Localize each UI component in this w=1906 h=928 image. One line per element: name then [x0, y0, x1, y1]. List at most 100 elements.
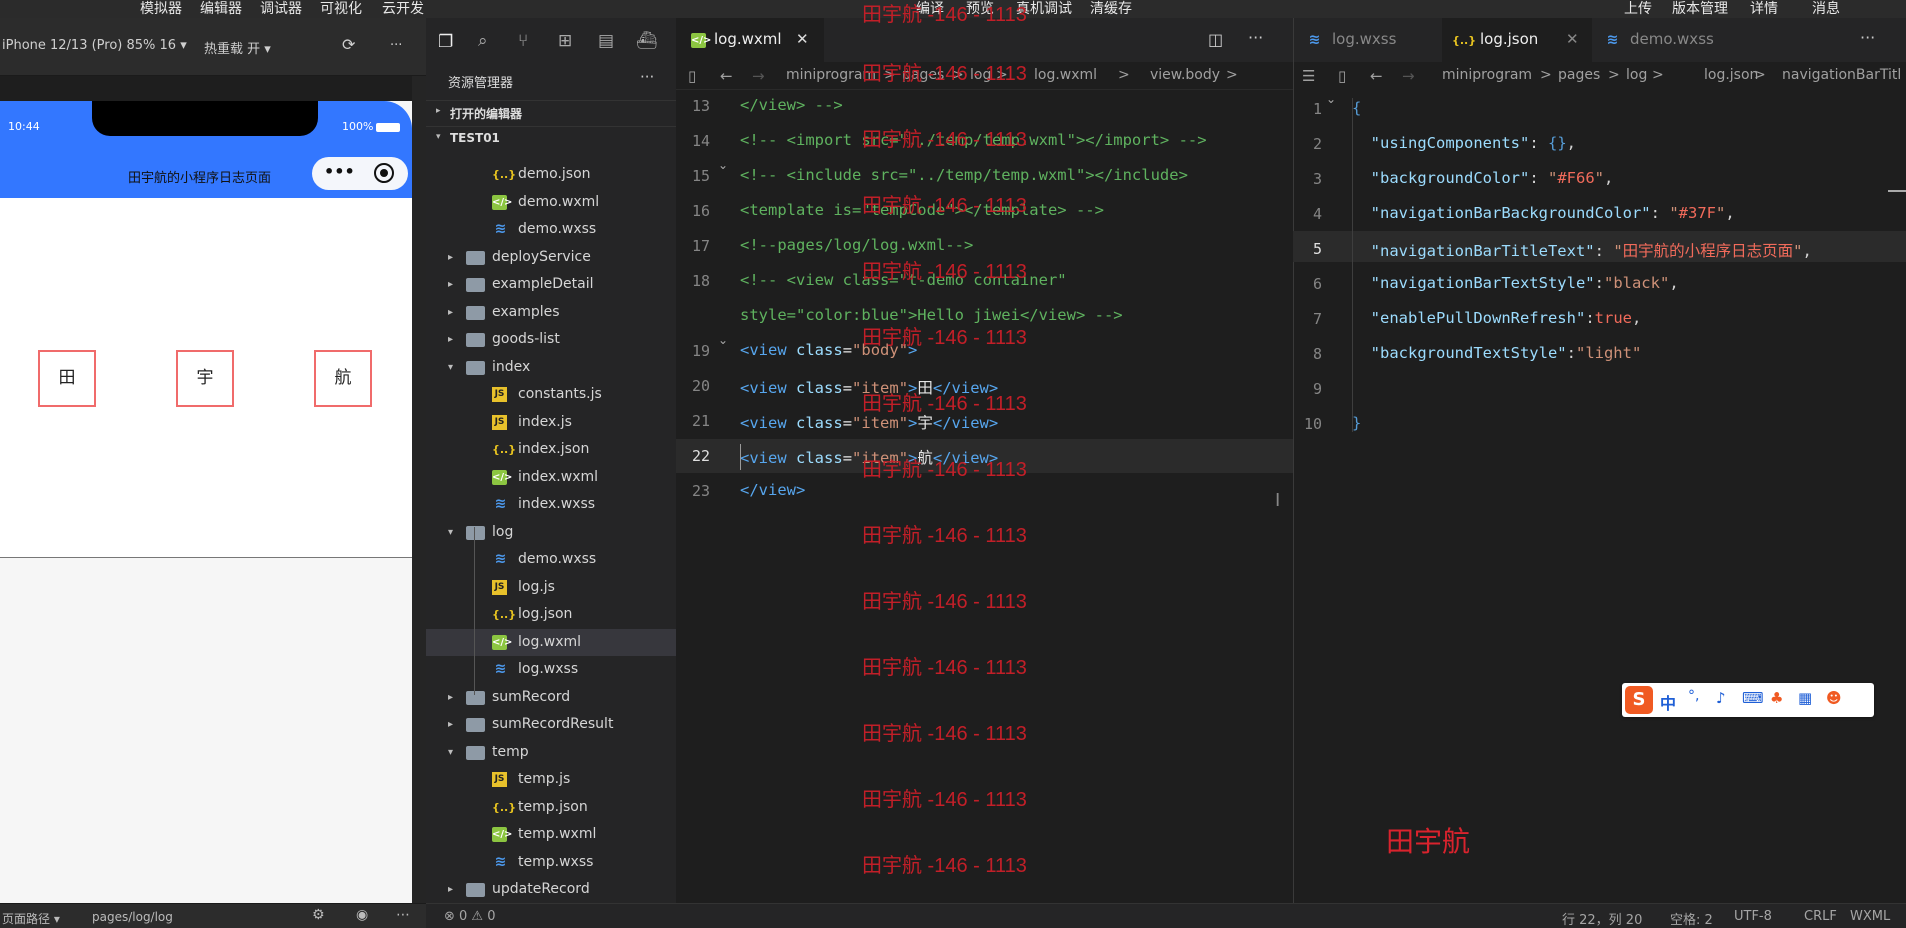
file-item[interactable]: ≋ log.wxss	[426, 656, 676, 683]
crumb-symbol[interactable]: view.body	[1150, 67, 1220, 83]
file-item[interactable]: ≋ demo.wxss	[426, 546, 676, 573]
folder-item[interactable]: ▸ deployService	[426, 244, 676, 271]
simulator-splitter[interactable]	[412, 76, 426, 903]
folder-item[interactable]: ▾ log	[426, 519, 676, 546]
folder-item[interactable]: ▸ goods-list	[426, 326, 676, 353]
file-item[interactable]: JS index.js	[426, 409, 676, 436]
ime-toolbar[interactable]: S 中 °, ♪ ⌨ ♣ ▦ ☻	[1622, 683, 1874, 717]
item-box-3[interactable]: 航	[314, 350, 372, 407]
file-item[interactable]: </> index.wxml	[426, 464, 676, 491]
crumb-file[interactable]: log.wxml	[1034, 67, 1097, 83]
menu-debugger[interactable]: 调试器	[260, 0, 302, 18]
folder-item[interactable]: ▾ index	[426, 354, 676, 381]
version-button[interactable]: 版本管理	[1672, 0, 1728, 18]
keyboard-icon[interactable]: ⌨	[1742, 689, 1764, 707]
fold-chevron-icon[interactable]: ⌄	[1326, 92, 1336, 106]
fold-chevron-icon[interactable]: ⌄	[718, 333, 728, 347]
menu-dots-icon[interactable]: •••	[324, 162, 355, 181]
file-item[interactable]: </> log.wxml	[426, 628, 676, 656]
tab-log-wxml[interactable]: </> log.wxml ✕	[676, 18, 824, 62]
files-icon[interactable]: ❐	[438, 32, 453, 52]
more-icon[interactable]: ···	[1248, 28, 1263, 47]
file-item[interactable]: </> temp.wxml	[426, 821, 676, 848]
crumb-log[interactable]: log	[1626, 67, 1647, 83]
item-box-2[interactable]: 宇	[176, 350, 234, 407]
forward-arrow-icon[interactable]: →	[752, 67, 765, 85]
ime-lang[interactable]: 中	[1660, 690, 1676, 714]
folder-item[interactable]: ▸ exampleDetail	[426, 271, 676, 298]
file-item[interactable]: {..} demo.json	[426, 161, 676, 188]
close-icon[interactable]: ✕	[796, 30, 809, 48]
split-editor-icon[interactable]: ◫	[1208, 30, 1223, 49]
punctuation-icon[interactable]: °,	[1688, 688, 1699, 704]
language-mode[interactable]: WXML	[1850, 909, 1890, 924]
forward-arrow-icon[interactable]: →	[1402, 67, 1415, 85]
capsule-menu[interactable]: •••	[312, 157, 408, 190]
problems-indicator[interactable]: ⊗ 0 ⚠ 0	[444, 909, 496, 924]
more-icon[interactable]: ⋯	[396, 907, 410, 923]
skin-icon[interactable]: ♣	[1770, 689, 1783, 707]
details-button[interactable]: 详情	[1750, 0, 1778, 18]
file-item[interactable]: {..} log.json	[426, 601, 676, 628]
fold-chevron-icon[interactable]: ⌄	[718, 158, 728, 172]
folder-item[interactable]: ▾ temp	[426, 739, 676, 766]
file-item[interactable]: ≋ index.wxss	[426, 491, 676, 518]
back-arrow-icon[interactable]: ←	[720, 67, 733, 85]
more-icon[interactable]: ···	[390, 38, 402, 53]
tab-log-wxss[interactable]: ≋ log.wxss	[1294, 18, 1442, 62]
crumb-miniprogram[interactable]: miniprogram	[1442, 67, 1532, 83]
file-item[interactable]: JS temp.js	[426, 766, 676, 793]
tab-log-json[interactable]: {..} log.json ✕	[1442, 18, 1592, 62]
hot-reload-toggle[interactable]: 热重载 开 ▾	[204, 38, 271, 57]
upload-button[interactable]: 上传	[1624, 0, 1652, 18]
settings-icon[interactable]: ⚙	[312, 907, 325, 923]
page-path-label[interactable]: 页面路径 ▾	[2, 910, 60, 927]
folder-item[interactable]: ▸ sumRecord	[426, 684, 676, 711]
file-item[interactable]: JS constants.js	[426, 381, 676, 408]
explorer-more-icon[interactable]: ···	[640, 68, 654, 86]
toolbox-icon[interactable]: ▦	[1798, 689, 1812, 707]
project-section[interactable]: ▾ TEST01	[426, 126, 676, 152]
folder-item[interactable]: ▸ updateRecord	[426, 876, 676, 903]
crumb-symbol[interactable]: navigationBarTitleT	[1782, 67, 1902, 83]
eol-setting[interactable]: CRLF	[1804, 909, 1837, 924]
file-item[interactable]: ≋ temp.wxss	[426, 849, 676, 876]
encoding-setting[interactable]: UTF-8	[1734, 909, 1772, 924]
bookmark-icon[interactable]: ▯	[688, 67, 696, 85]
menu-visual[interactable]: 可视化	[320, 0, 362, 18]
folder-item[interactable]: ▸ examples	[426, 299, 676, 326]
microphone-icon[interactable]: ♪	[1716, 689, 1726, 707]
more-icon[interactable]: ···	[1860, 28, 1875, 47]
cursor-position[interactable]: 行 22，列 20	[1562, 909, 1642, 928]
open-editors-section[interactable]: ▸ 打开的编辑器	[426, 100, 676, 126]
docker-icon[interactable]: ⛴	[636, 31, 658, 51]
menu-simulator[interactable]: 模拟器	[140, 0, 182, 18]
source-control-icon[interactable]: ⑂	[518, 31, 528, 51]
extensions-icon[interactable]: ⊞	[558, 31, 572, 51]
file-item[interactable]: {..} index.json	[426, 436, 676, 463]
menu-cloud[interactable]: 云开发	[382, 0, 424, 18]
mascot-icon[interactable]: ☻	[1826, 689, 1842, 707]
bookmark-icon[interactable]: ▯	[1338, 67, 1346, 85]
eye-icon[interactable]: ◉	[356, 907, 368, 923]
back-arrow-icon[interactable]: ←	[1370, 67, 1383, 85]
item-box-1[interactable]: 田	[38, 350, 96, 407]
file-item[interactable]: ≋ demo.wxss	[426, 216, 676, 243]
crumb-pages[interactable]: pages	[1558, 67, 1600, 83]
file-item[interactable]: {..} temp.json	[426, 794, 676, 821]
refresh-icon[interactable]: ⟳	[342, 35, 355, 54]
search-icon[interactable]: ⌕	[478, 31, 488, 51]
file-item[interactable]: </> demo.wxml	[426, 189, 676, 216]
outline-icon[interactable]: ▤	[598, 31, 614, 51]
close-icon[interactable]: ✕	[1566, 30, 1579, 48]
file-item[interactable]: JS log.js	[426, 574, 676, 601]
menu-editor[interactable]: 编辑器	[200, 0, 242, 18]
menu-icon[interactable]: ☰	[1302, 67, 1315, 85]
tab-demo-wxss[interactable]: ≋ demo.wxss	[1592, 18, 1742, 62]
indent-setting[interactable]: 空格: 2	[1670, 909, 1713, 928]
messages-button[interactable]: 消息	[1812, 0, 1840, 18]
folder-item[interactable]: ▸ sumRecordResult	[426, 711, 676, 738]
device-select[interactable]: iPhone 12/13 (Pro) 85% 16 ▾	[2, 38, 187, 53]
clear-cache-button[interactable]: 清缓存	[1090, 0, 1132, 18]
crumb-file[interactable]: log.json	[1704, 67, 1758, 83]
